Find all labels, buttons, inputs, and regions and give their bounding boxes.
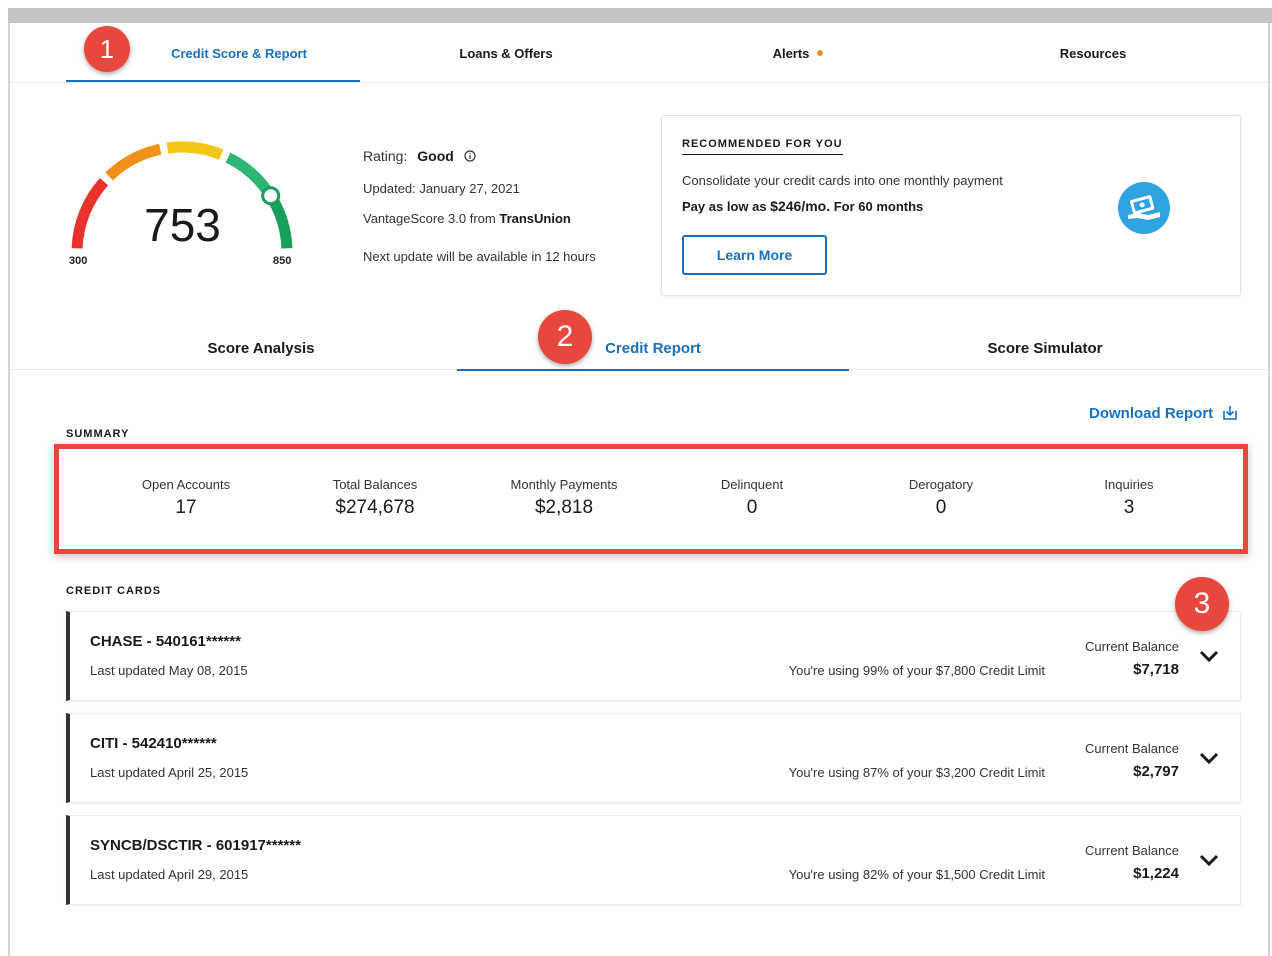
tab-resources[interactable]: Resources [944, 23, 1242, 83]
summary-item-label: Open Accounts [141, 477, 231, 492]
offer-suffix: For 60 months [830, 199, 924, 214]
info-icon[interactable] [464, 150, 476, 162]
account-balance: $1,224 [1133, 865, 1179, 882]
summary-inquiries: Inquiries 3 [1039, 477, 1219, 519]
tab-score-simulator[interactable]: Score Simulator [849, 326, 1241, 370]
tab-label: Loans & Offers [459, 45, 553, 61]
account-row-citi[interactable]: CITI - 542410****** Last updated April 2… [66, 713, 1241, 803]
summary-panel: Open Accounts 17 Total Balances $274,678… [54, 444, 1248, 554]
rating-line: Rating: Good [363, 148, 476, 164]
recommended-heading: RECOMMENDED FOR YOU [682, 138, 843, 155]
summary-delinquent: Delinquent 0 [662, 477, 842, 519]
offer-prefix: Pay as low as [682, 199, 771, 214]
chevron-down-icon[interactable] [1198, 852, 1220, 868]
learn-more-button[interactable]: Learn More [682, 235, 827, 275]
summary-item-value: 17 [175, 497, 197, 518]
account-usage: You're using 99% of your $7,800 Credit L… [788, 663, 1045, 678]
tab-credit-report[interactable]: Credit Report [457, 326, 849, 371]
account-updated: Last updated May 08, 2015 [90, 663, 248, 678]
summary-item-label: Derogatory [908, 477, 974, 492]
gauge-segment-red [71, 178, 109, 249]
account-updated: Last updated April 29, 2015 [90, 867, 249, 882]
summary-item-label: Inquiries [1104, 477, 1154, 492]
score-source: VantageScore 3.0 from TransUnion [363, 211, 571, 226]
window-top-bar [8, 8, 1272, 23]
score-bureau: TransUnion [499, 211, 571, 226]
summary-item-value: 0 [746, 497, 758, 518]
account-usage: You're using 82% of your $1,500 Credit L… [788, 867, 1045, 882]
summary-open-accounts: Open Accounts 17 [96, 477, 276, 519]
score-model: VantageScore 3.0 from [363, 211, 500, 226]
rating-label: Rating: [363, 148, 408, 164]
summary-derogatory: Derogatory 0 [851, 477, 1031, 519]
account-usage: You're using 87% of your $3,200 Credit L… [788, 765, 1045, 780]
balance-label: Current Balance [1085, 843, 1179, 858]
summary-total-balances: Total Balances $274,678 [285, 477, 465, 519]
recommended-card: RECOMMENDED FOR YOU Consolidate your cre… [661, 115, 1241, 296]
account-balance: $2,797 [1133, 763, 1179, 780]
tab-loans-offers[interactable]: Loans & Offers [360, 23, 652, 83]
gauge-segment-yellow [166, 141, 224, 160]
account-name: SYNCB/DSCTIR - 601917****** [90, 837, 301, 854]
gauge-max-label: 850 [273, 255, 292, 267]
gauge-marker [261, 186, 281, 206]
window-left-edge [8, 23, 10, 956]
tab-label: Alerts [772, 45, 810, 61]
step-badge-3: 3 [1175, 577, 1229, 631]
summary-item-label: Total Balances [332, 477, 418, 492]
payment-offer-icon [1118, 182, 1170, 234]
credit-cards-label: CREDIT CARDS [66, 585, 162, 597]
summary-item-label: Monthly Payments [510, 477, 618, 492]
download-report-label: Download Report [1089, 404, 1214, 422]
tab-label: Credit Report [605, 339, 701, 357]
credit-score-value: 753 [144, 199, 221, 251]
next-update-note: Next update will be available in 12 hour… [363, 249, 596, 264]
recommended-text: Consolidate your credit cards into one m… [682, 173, 1003, 188]
summary-label: SUMMARY [66, 428, 130, 440]
balance-label: Current Balance [1085, 639, 1179, 654]
balance-label: Current Balance [1085, 741, 1179, 756]
tab-alerts[interactable]: Alerts [652, 23, 944, 83]
summary-item-value: 3 [1123, 497, 1135, 518]
account-balance: $7,718 [1133, 661, 1179, 678]
account-name: CITI - 542410****** [90, 735, 217, 752]
alert-dot-icon [817, 50, 824, 56]
account-row-syncb[interactable]: SYNCB/DSCTIR - 601917****** Last updated… [66, 815, 1241, 905]
tab-label: Resources [1059, 45, 1127, 61]
summary-item-label: Delinquent [720, 477, 784, 492]
summary-item-value: 0 [935, 497, 947, 518]
account-name: CHASE - 540161****** [90, 633, 241, 650]
account-updated: Last updated April 25, 2015 [90, 765, 249, 780]
chevron-down-icon[interactable] [1198, 648, 1220, 664]
tab-label: Credit Score & Report [171, 45, 307, 61]
chevron-down-icon[interactable] [1198, 750, 1220, 766]
summary-item-value: $274,678 [335, 497, 415, 518]
tab-label: Score Analysis [207, 339, 315, 357]
gauge-segment-orange [105, 143, 162, 181]
tab-label: Score Simulator [987, 339, 1103, 357]
app-window: Credit Score & Report Loans & Offers Ale… [0, 0, 1272, 956]
step-badge-2: 2 [538, 310, 592, 364]
summary-monthly-payments: Monthly Payments $2,818 [474, 477, 654, 519]
step-badge-1: 1 [84, 26, 130, 72]
report-sub-nav: Score Analysis Credit Report Score Simul… [10, 326, 1268, 371]
updated-date: Updated: January 27, 2021 [363, 181, 520, 196]
top-nav: Credit Score & Report Loans & Offers Ale… [10, 23, 1268, 83]
window-right-edge [1268, 23, 1270, 956]
download-icon [1223, 406, 1237, 420]
gauge-min-label: 300 [69, 255, 88, 267]
account-row-chase[interactable]: CHASE - 540161****** Last updated May 08… [66, 611, 1241, 701]
gauge-segment-lightgreen [225, 152, 272, 194]
summary-item-value: $2,818 [534, 497, 594, 518]
rating-value: Good [417, 148, 454, 164]
recommended-offer: Pay as low as $246/mo. For 60 months [682, 198, 923, 214]
tab-score-analysis[interactable]: Score Analysis [64, 326, 458, 370]
download-report-link[interactable]: Download Report [1089, 404, 1239, 422]
offer-amount: $246/mo. [770, 198, 831, 214]
